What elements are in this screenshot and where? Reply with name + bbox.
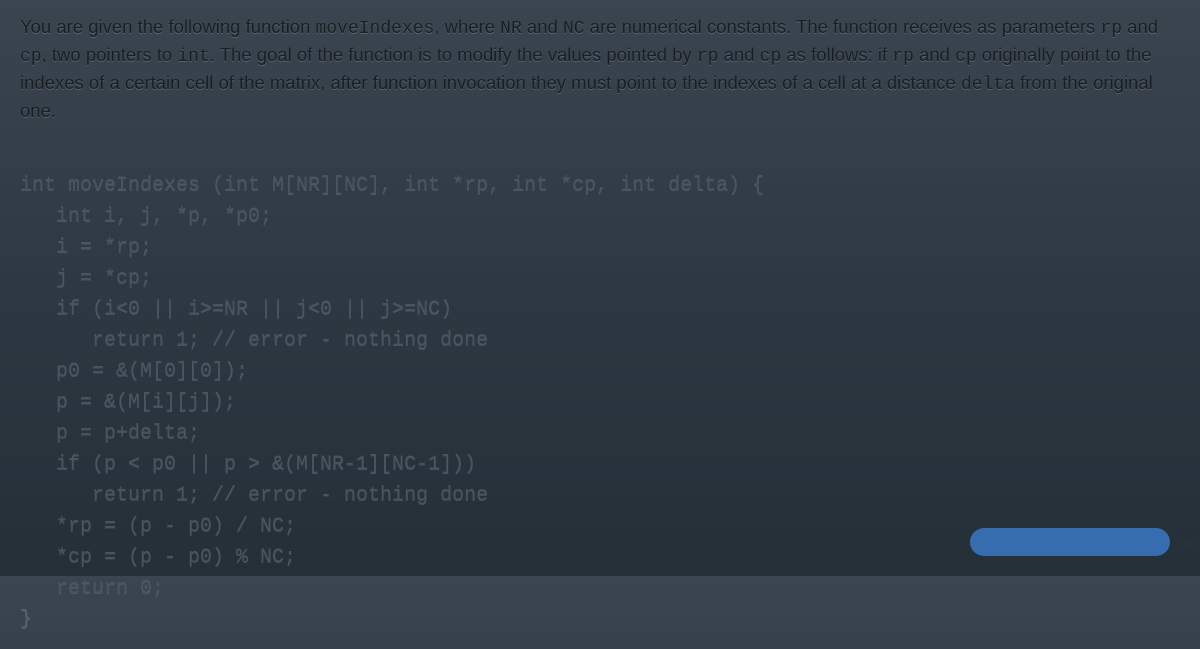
desc-text: and	[718, 44, 759, 65]
desc-text: and	[1122, 16, 1158, 37]
inline-code-nc: NC	[563, 19, 585, 39]
desc-text: , where	[434, 16, 500, 37]
inline-code-cp2: cp	[760, 47, 782, 67]
code-line: j = *cp;	[20, 267, 152, 290]
code-line: if (i<0 || i>=NR || j<0 || j>=NC)	[20, 298, 452, 321]
inline-code-cp: cp	[20, 47, 42, 67]
code-line: p = p+delta;	[20, 422, 200, 445]
inline-code-rp2: rp	[697, 47, 719, 67]
code-block: int moveIndexes (int M[NR][NC], int *rp,…	[20, 139, 1180, 635]
desc-text: and	[522, 16, 563, 37]
inline-code-int: int	[177, 47, 209, 67]
edge-fragment: no	[1179, 536, 1198, 554]
inline-code-rp: rp	[1100, 19, 1122, 39]
inline-code-nr: NR	[500, 19, 522, 39]
code-line: int i, j, *p, *p0;	[20, 205, 272, 228]
code-line: int moveIndexes (int M[NR][NC], int *rp,…	[20, 174, 764, 197]
code-line: *cp = (p - p0) % NC;	[20, 546, 296, 569]
code-line: *rp = (p - p0) / NC;	[20, 515, 296, 538]
code-line: p = &(M[i][j]);	[20, 391, 236, 414]
code-line: }	[20, 608, 32, 631]
highlight-marker	[970, 528, 1170, 556]
code-line: return 1; // error - nothing done	[20, 329, 488, 352]
inline-code-delta: delta	[961, 75, 1015, 95]
inline-code-cp3: cp	[955, 47, 977, 67]
desc-text: , two pointers to	[42, 44, 178, 65]
code-line: i = *rp;	[20, 236, 152, 259]
inline-code-rp3: rp	[892, 47, 914, 67]
desc-text: are numerical constants. The function re…	[585, 16, 1101, 37]
code-line: if (p < p0 || p > &(M[NR-1][NC-1]))	[20, 453, 476, 476]
code-line: p0 = &(M[0][0]);	[20, 360, 248, 383]
code-line: return 1; // error - nothing done	[20, 484, 488, 507]
desc-text: You are given the following function	[20, 16, 316, 37]
desc-text: . The goal of the function is to modify …	[210, 44, 697, 65]
problem-description: You are given the following function mov…	[20, 14, 1180, 125]
desc-text: and	[914, 44, 955, 65]
desc-text: as follows: if	[781, 44, 892, 65]
code-line: return 0;	[20, 577, 164, 600]
inline-code-func: moveIndexes	[316, 19, 435, 39]
